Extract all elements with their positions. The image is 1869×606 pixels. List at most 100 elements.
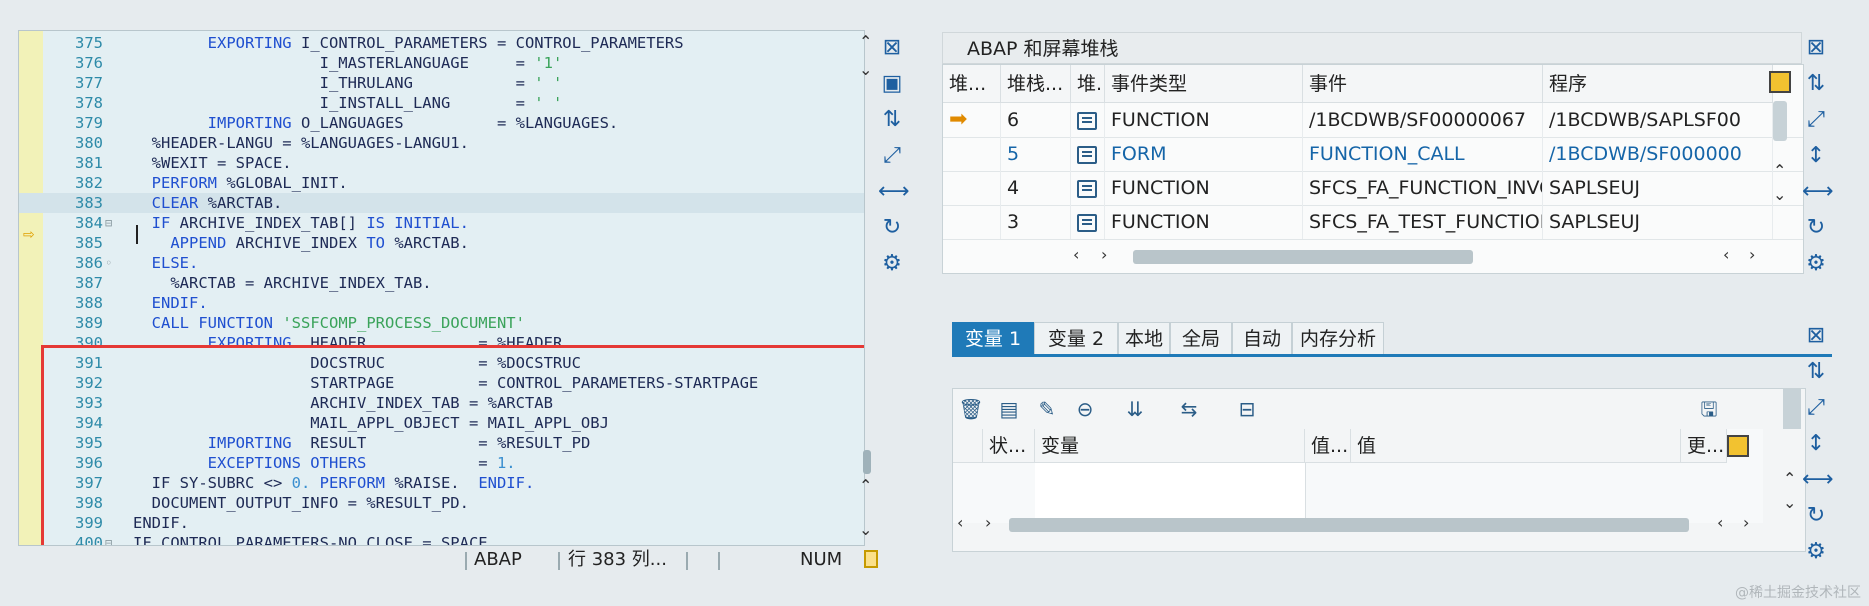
fit-height-icon[interactable]: ↕: [1802, 430, 1830, 458]
stack-column-header[interactable]: 堆...: [943, 65, 1001, 103]
swap-tool-icon[interactable]: ↻: [878, 214, 906, 242]
tab-variables[interactable]: 本地: [1118, 322, 1170, 354]
save-icon[interactable]: 🖫: [1695, 395, 1723, 423]
code-line[interactable]: 376 I_MASTERLANGUAGE = '1': [19, 53, 864, 73]
scroll-bottom-icon[interactable]: ⌄: [859, 520, 872, 539]
source-code-icon[interactable]: [1077, 145, 1097, 164]
stack-column-header[interactable]: 堆.: [1071, 65, 1105, 103]
tab-variables[interactable]: 变量 2: [1034, 322, 1118, 354]
code-line[interactable]: 384 ⊟ IF ARCHIVE_INDEX_TAB[] IS INITIAL.: [19, 213, 864, 233]
close-pane-icon[interactable]: ⊠: [878, 34, 906, 62]
scroll-left-icon[interactable]: ‹: [1073, 245, 1079, 264]
close-pane-icon[interactable]: ⊠: [1802, 34, 1830, 62]
code-line[interactable]: 389 CALL FUNCTION 'SSFCOMP_PROCESS_DOCUM…: [19, 313, 864, 333]
stack-column-header[interactable]: 堆栈...: [1001, 65, 1071, 103]
source-code-icon[interactable]: [1077, 111, 1097, 130]
stack-vertical-thumb[interactable]: [1773, 101, 1787, 141]
column-config-icon[interactable]: [1769, 71, 1791, 93]
source-code-icon[interactable]: [1077, 213, 1097, 232]
variables-column-header[interactable]: 状...: [983, 429, 1035, 463]
fold-marker-icon[interactable]: ◦: [105, 253, 119, 273]
scroll-up-icon[interactable]: ⌃: [859, 476, 872, 495]
maximize-icon[interactable]: ⤢: [1802, 394, 1830, 422]
stack-column-header[interactable]: 事件: [1303, 65, 1543, 103]
services-tool-icon[interactable]: ⚙: [878, 250, 906, 278]
scroll-down-icon[interactable]: ⌄: [859, 60, 872, 79]
scroll-right-end-icon[interactable]: ›: [1743, 513, 1749, 532]
move-icon[interactable]: ⇆: [1175, 395, 1203, 423]
fit-width-icon[interactable]: ⟷: [1802, 178, 1834, 206]
sort-icon[interactable]: ⇊: [1121, 395, 1149, 423]
scroll-left-end-icon[interactable]: ‹: [1723, 245, 1729, 264]
vars-scroll-up-icon[interactable]: ⌃: [1783, 469, 1796, 488]
editor-vertical-scrollbar[interactable]: ⌃ ⌄ ⌃ ⌄: [857, 32, 877, 542]
code-line[interactable]: 380 %HEADER-LANGU = %LANGUAGES-LANGU1.: [19, 133, 864, 153]
stack-column-header[interactable]: 事件类型: [1105, 65, 1303, 103]
scroll-left-icon[interactable]: ‹: [957, 513, 963, 532]
variables-column-header[interactable]: [953, 429, 983, 463]
code-line[interactable]: 377 I_THRULANG = ' ': [19, 73, 864, 93]
tab-variables[interactable]: 自动: [1232, 322, 1292, 354]
scroll-left-end-icon[interactable]: ‹: [1717, 513, 1723, 532]
code-line[interactable]: 375 EXPORTING I_CONTROL_PARAMETERS = CON…: [19, 33, 864, 53]
services-tool-icon[interactable]: ⚙: [1802, 250, 1830, 278]
services-tool-icon[interactable]: ⚙: [1802, 538, 1830, 566]
stack-row[interactable]: 5 FORM FUNCTION_CALL/1BCDWB/SF000000: [943, 137, 1803, 172]
fit-height-icon[interactable]: ↕: [1802, 142, 1830, 170]
stack-row[interactable]: 3 FUNCTION SFCS_FA_TEST_FUNCTION SAPLSEUJ: [943, 205, 1803, 240]
variables-grid[interactable]: 状... 变量 值... 值更...: [953, 429, 1763, 523]
scroll-right-end-icon[interactable]: ›: [1749, 245, 1755, 264]
variables-column-header[interactable]: 值...: [1305, 429, 1351, 463]
fold-marker-icon[interactable]: ⊟: [105, 213, 119, 233]
code-line[interactable]: 379 IMPORTING O_LANGUAGES = %LANGUAGES.: [19, 113, 864, 133]
code-line[interactable]: 383 CLEAR %ARCTAB.: [19, 193, 864, 213]
tab-variables[interactable]: 变量 1: [952, 322, 1034, 354]
delete-icon[interactable]: 🗑: [957, 395, 985, 423]
scroll-thumb[interactable]: [863, 450, 871, 474]
swap-tool-icon[interactable]: ↻: [1802, 214, 1830, 242]
close-pane-icon[interactable]: ⊠: [1802, 322, 1830, 350]
scroll-up-top-icon[interactable]: ⌃: [859, 32, 872, 51]
stack-scroll-down-icon[interactable]: ⌄: [1773, 185, 1786, 204]
scroll-right-icon[interactable]: ›: [1101, 245, 1107, 264]
maximize-icon[interactable]: ⤢: [878, 142, 906, 170]
stack-column-header[interactable]: 程序: [1543, 65, 1773, 103]
replace-tool-icon[interactable]: ⇅: [1802, 358, 1830, 386]
notes-icon[interactable]: [864, 550, 878, 568]
vars-scroll-down-icon[interactable]: ⌄: [1783, 493, 1796, 512]
stack-row[interactable]: ➡ 6 FUNCTION/1BCDWB/SF00000067/1BCDWB/SAPL…: [943, 103, 1803, 138]
code-line[interactable]: 388 ENDIF.: [19, 293, 864, 313]
maximize-icon[interactable]: ⤢: [1802, 106, 1830, 134]
source-code-icon[interactable]: [1077, 179, 1097, 198]
tab-variables[interactable]: 全局: [1170, 322, 1232, 354]
code-line[interactable]: 382 PERFORM %GLOBAL_INIT.: [19, 173, 864, 193]
edit-icon[interactable]: ✎: [1033, 395, 1061, 423]
variables-column-header[interactable]: 更...: [1681, 429, 1727, 463]
remove-icon[interactable]: ⊖: [1071, 395, 1099, 423]
scroll-thumb[interactable]: [1009, 518, 1689, 532]
new-tool-icon[interactable]: ▣: [878, 70, 906, 98]
variables-column-header[interactable]: 值: [1351, 429, 1681, 463]
swap-tool-icon[interactable]: ↻: [1802, 502, 1830, 530]
code-line[interactable]: 386 ◦ ELSE.: [19, 253, 864, 273]
copy-icon[interactable]: ▤: [995, 395, 1023, 423]
replace-tool-icon[interactable]: ⇅: [878, 106, 906, 134]
tab-variables[interactable]: 内存分析: [1292, 322, 1384, 354]
stack-table[interactable]: 堆... 堆栈... 堆. 事件类型 事件 程序 ➡ 6 FUNCTION/1BCDWB/SF…: [942, 64, 1804, 274]
code-line[interactable]: 387 %ARCTAB = ARCHIVE_INDEX_TAB.: [19, 273, 864, 293]
replace-tool-icon[interactable]: ⇅: [1802, 70, 1830, 98]
code-line[interactable]: 381 %WEXIT = SPACE.: [19, 153, 864, 173]
code-line[interactable]: 385 APPEND ARCHIVE_INDEX TO %ARCTAB.: [19, 233, 864, 253]
scroll-thumb[interactable]: [1133, 250, 1473, 264]
layout-icon[interactable]: ⊟: [1233, 395, 1261, 423]
stack-row[interactable]: 4 FUNCTIONSFCS_FA_FUNCTION_INVO...SAPLSEU…: [943, 171, 1803, 206]
vars-horizontal-scrollbar[interactable]: ‹ › ‹ ›: [953, 513, 1773, 537]
vars-vertical-thumb[interactable]: [1783, 389, 1801, 429]
fit-width-icon[interactable]: ⟷: [1802, 466, 1834, 494]
stack-horizontal-scrollbar[interactable]: ‹ › ‹ ›: [1073, 245, 1773, 269]
column-config-icon[interactable]: [1727, 435, 1749, 457]
scroll-right-icon[interactable]: ›: [985, 513, 991, 532]
variables-column-header[interactable]: 变量: [1035, 429, 1305, 463]
code-editor[interactable]: 375 EXPORTING I_CONTROL_PARAMETERS = CON…: [18, 30, 865, 546]
code-line[interactable]: 378 I_INSTALL_LANG = ' ': [19, 93, 864, 113]
